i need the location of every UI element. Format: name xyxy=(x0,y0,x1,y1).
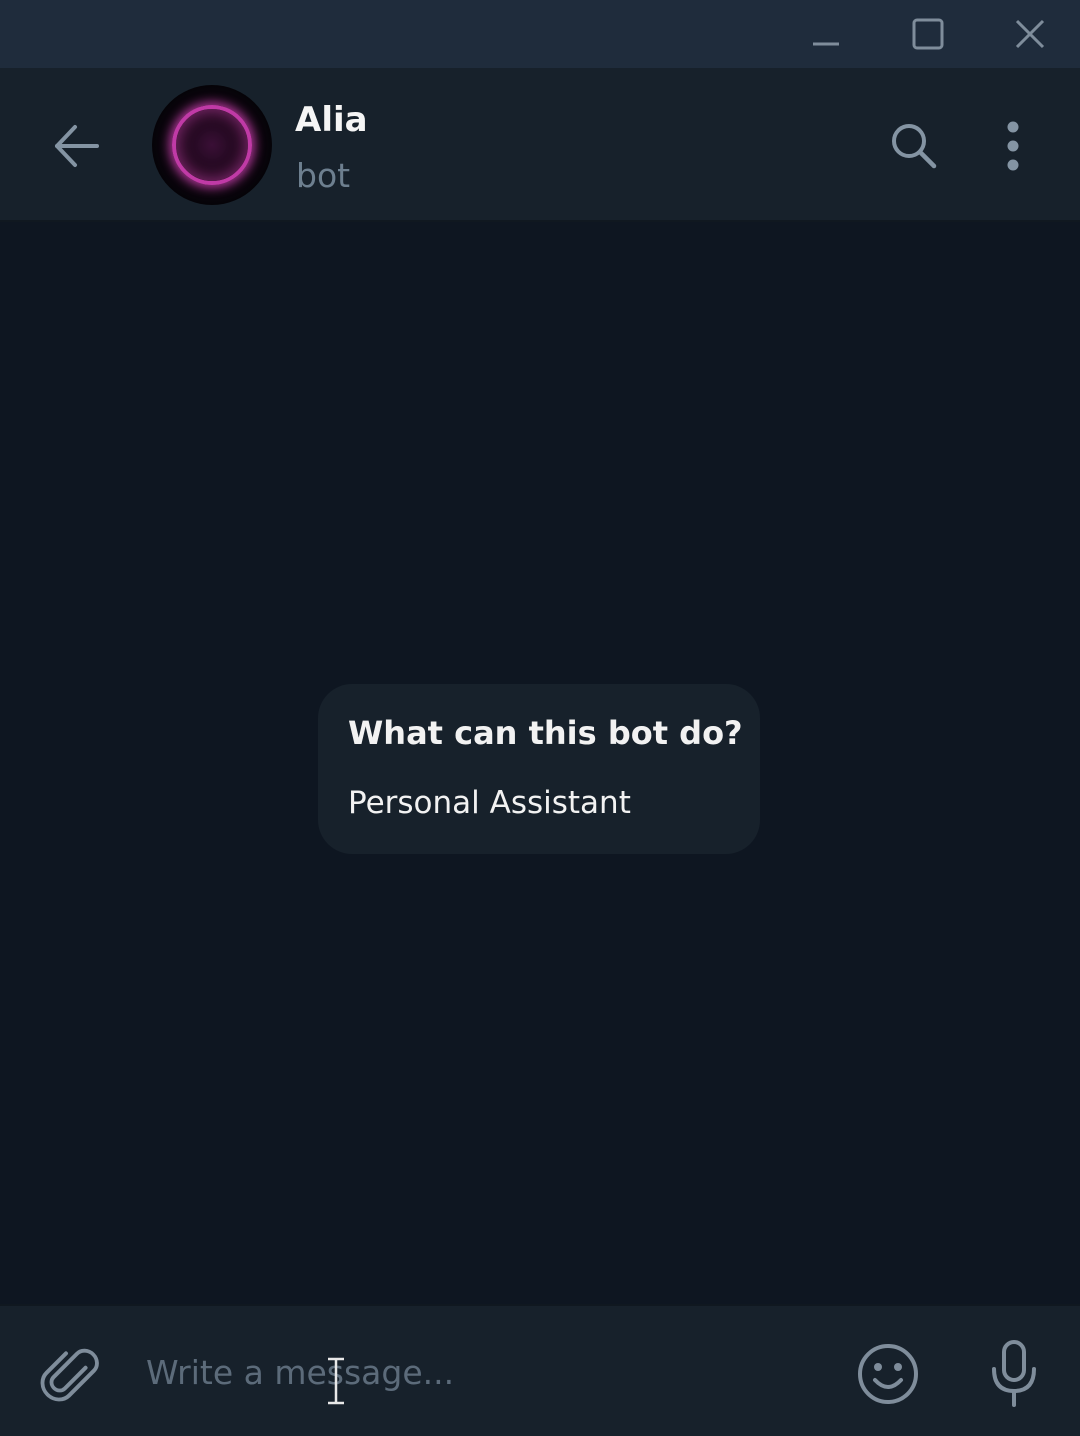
text-cursor-icon xyxy=(328,1357,344,1405)
maximize-button[interactable] xyxy=(878,0,978,68)
minimize-button[interactable] xyxy=(776,0,876,68)
window-title-bar xyxy=(0,0,1080,68)
minimize-icon xyxy=(813,42,839,46)
search-icon xyxy=(892,124,937,169)
paperclip-icon xyxy=(40,1348,99,1402)
more-vertical-icon xyxy=(1007,121,1019,171)
back-button[interactable] xyxy=(40,114,112,178)
smiley-icon xyxy=(858,1344,918,1404)
search-button[interactable] xyxy=(876,112,952,180)
arrow-left-icon xyxy=(55,125,99,167)
message-composer xyxy=(0,1304,1080,1436)
chat-status: bot xyxy=(296,156,351,195)
chat-header: Alia bot xyxy=(0,68,1080,222)
close-window-button[interactable] xyxy=(980,0,1080,68)
maximize-icon xyxy=(912,18,944,50)
chat-title[interactable]: Alia xyxy=(295,98,368,142)
bot-info-title: What can this bot do? xyxy=(348,714,743,752)
bot-info-description: Personal Assistant xyxy=(348,785,631,821)
microphone-icon xyxy=(992,1340,1036,1407)
voice-message-button[interactable] xyxy=(978,1334,1050,1414)
bot-info-card: What can this bot do? Personal Assistant xyxy=(318,684,760,854)
more-options-button[interactable] xyxy=(978,112,1048,180)
attach-button[interactable] xyxy=(30,1336,106,1412)
close-icon xyxy=(1015,19,1045,49)
message-list[interactable]: What can this bot do? Personal Assistant xyxy=(0,222,1080,1304)
avatar-ring xyxy=(172,105,252,185)
telegram-window: Alia bot What can this bot do? Personal … xyxy=(0,0,1080,1436)
avatar[interactable] xyxy=(152,85,272,205)
emoji-button[interactable] xyxy=(852,1336,924,1412)
message-input[interactable] xyxy=(146,1344,826,1400)
